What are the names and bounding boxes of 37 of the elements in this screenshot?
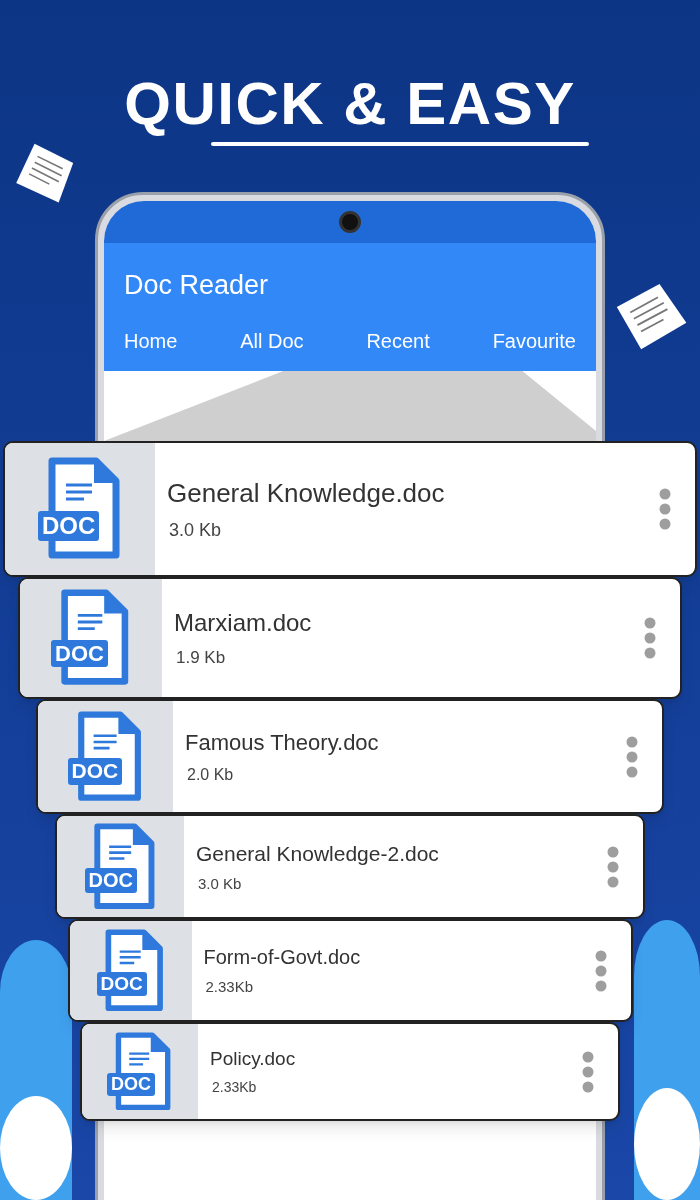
file-size: 3.0 Kb (198, 874, 243, 894)
file-size: 3.0 Kb (169, 519, 223, 542)
file-name: General Knowledge.doc (167, 477, 446, 510)
more-icon[interactable] (594, 949, 607, 992)
more-icon[interactable] (582, 1050, 594, 1093)
file-card[interactable]: DOC General Knowledge.doc 3.0 Kb (3, 441, 697, 577)
tab[interactable]: Home (124, 325, 178, 356)
more-icon[interactable] (607, 845, 619, 888)
file-type-label: DOC (96, 972, 147, 996)
file-type-label: DOC (107, 1073, 155, 1096)
headline: QUICK & EASY (124, 72, 576, 136)
file-card[interactable]: DOC Policy.doc 2.33Kb (80, 1022, 620, 1121)
more-icon[interactable] (644, 617, 656, 659)
file-name: Famous Theory.doc (185, 729, 380, 757)
file-name: Policy.doc (210, 1046, 297, 1071)
camera-icon (339, 211, 361, 233)
more-icon[interactable] (659, 488, 671, 530)
file-type-label: DOC (38, 511, 100, 542)
app-title: Doc Reader (124, 269, 270, 302)
file-size: 2.33Kb (205, 977, 255, 998)
file-size: 2.33Kb (212, 1078, 258, 1098)
file-type-label: DOC (51, 639, 108, 668)
file-name: General Knowledge-2.doc (196, 840, 440, 867)
file-card[interactable]: DOC Form-of-Govt.doc 2.33Kb (67, 919, 633, 1022)
tab[interactable]: Recent (366, 325, 430, 356)
tab[interactable]: Favourite (492, 325, 576, 356)
file-card[interactable]: DOC Famous Theory.doc 2.0 Kb (36, 699, 664, 814)
file-card[interactable]: DOC General Knowledge-2.doc 3.0 Kb (55, 814, 645, 919)
file-name: Marxiam.doc (174, 608, 313, 639)
file-name: Form-of-Govt.doc (203, 945, 362, 971)
file-card[interactable]: DOC Marxiam.doc 1.9 Kb (18, 577, 682, 699)
tab[interactable]: All Doc (240, 325, 304, 356)
more-icon[interactable] (626, 735, 638, 778)
file-size: 1.9 Kb (176, 647, 227, 670)
file-type-label: DOC (67, 758, 123, 785)
file-size: 2.0 Kb (187, 765, 235, 785)
file-type-label: DOC (84, 868, 137, 894)
